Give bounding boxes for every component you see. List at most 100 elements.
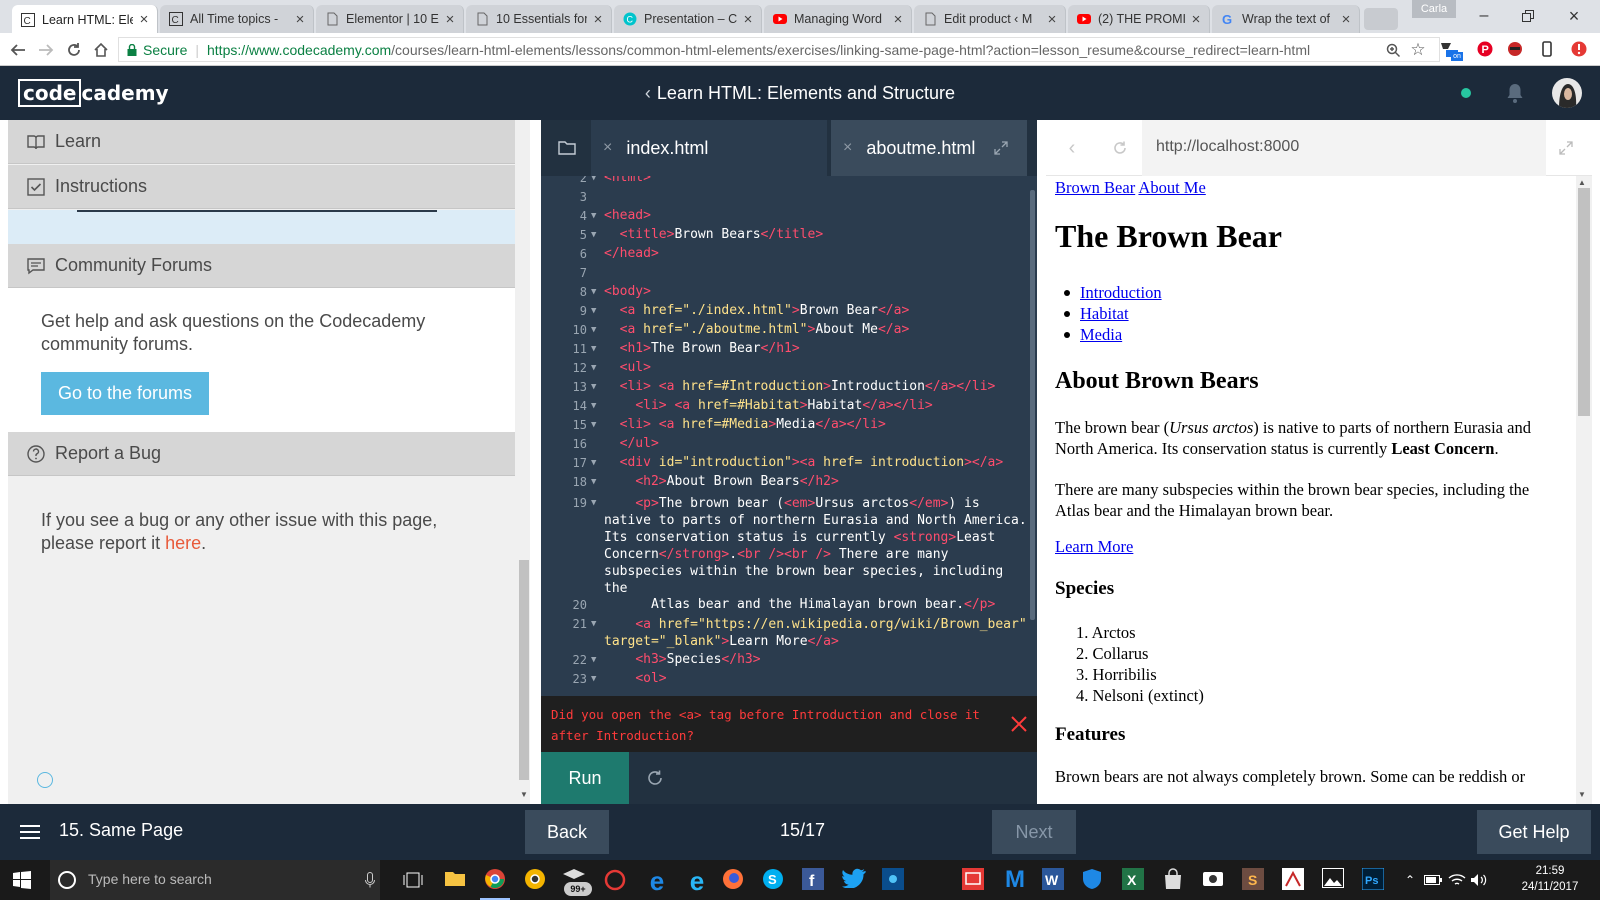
home-icon[interactable]	[89, 38, 113, 62]
browser-tab-learn-html[interactable]: C Learn HTML: Elem ×	[12, 5, 158, 34]
new-tab-button[interactable]	[1364, 8, 1398, 30]
browser-tab[interactable]: (2) THE PROMISE ×	[1068, 5, 1210, 33]
preview-back-icon[interactable]: ‹	[1062, 136, 1082, 160]
close-icon[interactable]: ×	[741, 11, 755, 28]
codecademy-logo[interactable]: code cademy	[18, 79, 169, 107]
fold-arrow-icon[interactable]: ▼	[591, 655, 596, 665]
link-brown-bear[interactable]: Brown Bear	[1055, 178, 1135, 197]
close-icon[interactable]: ×	[603, 139, 612, 157]
close-icon[interactable]: ×	[1339, 11, 1353, 28]
chrome-icon[interactable]	[484, 868, 506, 892]
get-help-button[interactable]: Get Help	[1477, 810, 1591, 854]
app-s-icon[interactable]: S	[1242, 868, 1266, 892]
instructions-section-header[interactable]: Instructions	[8, 165, 515, 209]
editor-scrollbar-thumb[interactable]	[1030, 190, 1035, 620]
fold-arrow-icon[interactable]: ▼	[591, 401, 596, 411]
app-m-icon[interactable]: M	[1002, 866, 1028, 894]
taskbar-search-placeholder[interactable]: Type here to search	[88, 871, 212, 887]
chrome-canary-icon[interactable]	[524, 868, 546, 892]
adblock-icon[interactable]	[1570, 40, 1588, 58]
minimize-icon[interactable]: –	[1466, 4, 1502, 28]
chevron-up-icon[interactable]: ⌃	[1402, 872, 1418, 888]
browser-tab[interactable]: G Wrap the text of ×	[1212, 5, 1360, 33]
link-introduction[interactable]: Introduction	[1080, 282, 1162, 303]
wifi-icon[interactable]	[1448, 871, 1466, 889]
close-icon[interactable]: ×	[1045, 11, 1059, 28]
url-field[interactable]: Secure | https://www.codecademy.com/cour…	[118, 37, 1440, 62]
battery-icon[interactable]	[1424, 872, 1442, 888]
fold-arrow-icon[interactable]: ▼	[591, 498, 596, 508]
scroll-up-arrow-icon[interactable]: ▲	[1578, 178, 1586, 187]
fold-arrow-icon[interactable]: ▼	[591, 344, 596, 354]
fold-arrow-icon[interactable]: ▼	[591, 363, 596, 373]
edge-icon[interactable]: e	[644, 866, 670, 896]
link-media[interactable]: Media	[1080, 324, 1122, 345]
report-bug-section-header[interactable]: Report a Bug	[8, 432, 515, 476]
browser-tab[interactable]: Edit product ‹ M ×	[914, 5, 1066, 33]
reload-icon[interactable]	[62, 38, 86, 62]
fold-arrow-icon[interactable]: ▼	[591, 287, 596, 297]
fold-arrow-icon[interactable]: ▼	[591, 420, 596, 430]
profile-badge[interactable]: Carla	[1412, 0, 1456, 18]
menu-icon[interactable]	[18, 820, 42, 844]
preview-scrollbar-thumb[interactable]	[1578, 188, 1590, 416]
restore-icon[interactable]	[1510, 4, 1546, 28]
fold-arrow-icon[interactable]: ▼	[591, 176, 596, 183]
fold-arrow-icon[interactable]: ▼	[591, 306, 596, 316]
fold-arrow-icon[interactable]: ▼	[591, 211, 596, 221]
fold-arrow-icon[interactable]: ▼	[591, 674, 596, 684]
browser-tab[interactable]: 10 Essentials for ×	[466, 5, 612, 33]
avatar[interactable]	[1552, 78, 1582, 108]
fold-arrow-icon[interactable]: ▼	[591, 477, 596, 487]
expand-icon[interactable]	[1556, 138, 1576, 158]
excel-icon[interactable]: X	[1122, 868, 1146, 892]
fold-arrow-icon[interactable]: ▼	[591, 619, 596, 629]
close-icon[interactable]: ×	[591, 11, 605, 28]
forward-arrow-icon[interactable]	[34, 38, 58, 62]
fold-arrow-icon[interactable]: ▼	[591, 230, 596, 240]
bell-icon[interactable]	[1503, 81, 1527, 105]
browser-tab[interactable]: Elementor | 10 E ×	[316, 5, 464, 33]
close-icon[interactable]: ×	[891, 11, 905, 28]
store-bag-icon[interactable]	[1162, 868, 1186, 892]
reset-icon[interactable]	[643, 766, 667, 790]
app-pdf-icon[interactable]	[1282, 868, 1306, 892]
preview-scrollbar-track[interactable]: ▲ ▼	[1576, 176, 1592, 804]
clock[interactable]: 21:59 24/11/2017	[1510, 863, 1590, 895]
browser-tab[interactable]: Managing Word ×	[764, 5, 912, 33]
fold-arrow-icon[interactable]: ▼	[591, 325, 596, 335]
file-explorer-icon[interactable]	[444, 868, 466, 892]
bookmark-star-icon[interactable]: ☆	[1408, 40, 1428, 60]
word-icon[interactable]: W	[1042, 868, 1066, 892]
preview-url[interactable]: http://localhost:8000	[1156, 138, 1299, 156]
photoshop-icon[interactable]: Ps	[1362, 868, 1386, 892]
folder-icon[interactable]	[555, 136, 579, 160]
back-chevron-icon[interactable]: ‹	[645, 83, 651, 104]
scroll-down-arrow-icon[interactable]: ▼	[1578, 790, 1586, 799]
internet-explorer-icon[interactable]: e	[684, 866, 710, 896]
close-icon[interactable]: ×	[293, 11, 307, 28]
pinterest-icon[interactable]: P	[1476, 40, 1494, 58]
window-close-icon[interactable]: ×	[1556, 4, 1592, 28]
close-icon[interactable]: ×	[843, 139, 852, 157]
expand-icon[interactable]	[991, 138, 1011, 158]
app-red-icon[interactable]	[604, 869, 626, 891]
tab-index-html[interactable]: × index.html	[591, 120, 827, 176]
firefox-icon[interactable]	[722, 868, 746, 892]
link-habitat[interactable]: Habitat	[1080, 303, 1129, 324]
left-scrollbar-track[interactable]: ▼	[518, 120, 530, 804]
photos-icon[interactable]	[1322, 868, 1346, 892]
lesson-label[interactable]: 15. Same Page	[59, 820, 183, 841]
close-icon[interactable]	[1007, 712, 1031, 736]
close-icon[interactable]: ×	[137, 11, 151, 28]
link-about-me[interactable]: About Me	[1138, 178, 1205, 197]
fold-arrow-icon[interactable]: ▼	[591, 382, 596, 392]
facebook-icon[interactable]: f	[802, 868, 826, 892]
scroll-down-arrow-icon[interactable]: ▼	[520, 790, 528, 799]
browser-tab[interactable]: C Presentation – C ×	[614, 5, 762, 33]
learn-section-header[interactable]: Learn	[8, 120, 515, 164]
run-button[interactable]: Run	[541, 752, 629, 804]
bug-report-link[interactable]: here	[165, 533, 201, 553]
windows-start-icon[interactable]	[8, 868, 36, 892]
code-area[interactable]: 2 3 4 5 6 7 8 9 10 11 12 13 14 15 16 17 …	[541, 176, 1029, 688]
